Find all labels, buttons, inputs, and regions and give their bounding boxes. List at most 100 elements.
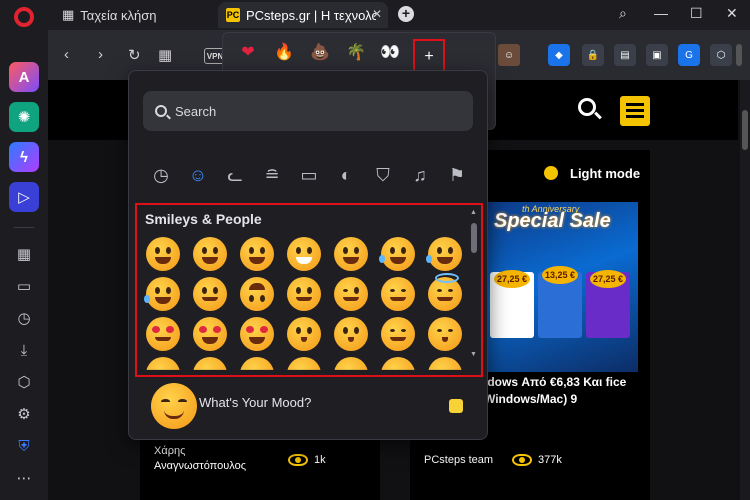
emoji-search-input[interactable]: Search bbox=[143, 91, 473, 131]
smiling-face-icon bbox=[151, 383, 197, 429]
tab-label: Ταχεία κλήση bbox=[80, 7, 157, 23]
smiley-icon[interactable]: ☺ bbox=[186, 163, 210, 187]
aria-icon[interactable]: A bbox=[9, 62, 39, 92]
mood-emoji-button[interactable] bbox=[151, 383, 197, 429]
heart-eyes-icon[interactable] bbox=[193, 317, 227, 351]
toolbar-scroll-handle[interactable] bbox=[736, 44, 742, 66]
grinning-face-icon[interactable] bbox=[146, 237, 180, 271]
forward-icon[interactable]: › bbox=[98, 46, 103, 63]
beaming-face-icon[interactable] bbox=[287, 237, 321, 271]
scroll-down-icon[interactable]: ▼ bbox=[470, 351, 477, 358]
extension-1-icon[interactable]: ◆ bbox=[548, 44, 570, 66]
maximize-icon[interactable]: ☐ bbox=[690, 5, 703, 22]
search-icon bbox=[155, 105, 167, 117]
grinning-smiling-eyes-icon[interactable] bbox=[240, 237, 274, 271]
recent-icon[interactable]: ◷ bbox=[149, 163, 173, 187]
mood-label: What's Your Mood? bbox=[199, 395, 312, 410]
skin-tone-selector[interactable] bbox=[449, 399, 463, 413]
tab-bar: ▦ Ταχεία κλήση PC PCsteps.gr | Η τεχνολο… bbox=[48, 0, 750, 30]
light-mode-toggle[interactable]: Light mode bbox=[542, 162, 640, 184]
bitwarden-icon[interactable]: ⛨ bbox=[14, 436, 34, 456]
extension-3-icon[interactable]: ▤ bbox=[614, 44, 636, 66]
speed-dial-icon[interactable]: ▦ bbox=[158, 46, 172, 64]
tab-islands-icon[interactable]: ▭ bbox=[14, 276, 34, 296]
extensions-icon[interactable]: ⬡ bbox=[14, 372, 34, 392]
partial-emoji-icon[interactable] bbox=[381, 357, 415, 370]
history-icon[interactable]: ◷ bbox=[14, 308, 34, 328]
quick-emoji-fire[interactable]: 🔥 bbox=[273, 41, 295, 63]
partial-emoji-icon[interactable] bbox=[287, 357, 321, 370]
back-icon[interactable]: ‹ bbox=[64, 46, 69, 63]
star-struck-icon[interactable] bbox=[240, 317, 274, 351]
author-left[interactable]: Χάρης Αναγνωστόπουλος bbox=[154, 444, 264, 474]
author-right[interactable]: PCsteps team bbox=[424, 454, 493, 466]
shirt-icon[interactable]: ⛉ bbox=[371, 163, 395, 187]
bus-icon[interactable]: ▭ bbox=[297, 163, 321, 187]
partial-emoji-icon[interactable] bbox=[428, 357, 462, 370]
relaxed-face-icon[interactable] bbox=[381, 317, 415, 351]
extension-4-icon[interactable]: ▣ bbox=[646, 44, 668, 66]
kissing-closed-eyes-icon[interactable] bbox=[428, 317, 462, 351]
partial-emoji-icon[interactable] bbox=[193, 357, 227, 370]
minimize-icon[interactable]: — bbox=[654, 5, 668, 21]
flag-icon[interactable]: ⚑ bbox=[445, 163, 469, 187]
tab-pcsteps[interactable]: PC PCsteps.gr | Η τεχνολο ✕ bbox=[218, 2, 388, 28]
opera-logo-icon[interactable] bbox=[14, 7, 34, 27]
search-placeholder: Search bbox=[175, 103, 217, 119]
slightly-smiling-icon[interactable] bbox=[193, 277, 227, 311]
sweat-smile-icon[interactable] bbox=[379, 237, 415, 271]
emoji-grid-panel: Smileys & People ▲ ▼ bbox=[135, 203, 483, 377]
site-search-icon[interactable] bbox=[578, 98, 596, 116]
rolling-laughing-icon[interactable] bbox=[426, 237, 462, 271]
sidebar-divider bbox=[14, 227, 34, 228]
halo-face-icon[interactable] bbox=[428, 273, 462, 311]
squinting-face-icon[interactable] bbox=[334, 237, 368, 271]
tab-speed-dial[interactable]: ▦ Ταχεία κλήση bbox=[54, 2, 214, 28]
settings-gear-icon[interactable]: ⚙ bbox=[14, 404, 34, 424]
smiling-hearts-icon[interactable] bbox=[146, 317, 180, 351]
new-tab-button[interactable]: + bbox=[398, 6, 414, 22]
views-right: 377k bbox=[538, 454, 562, 466]
emoji-scroll-thumb[interactable] bbox=[471, 223, 477, 253]
sale-banner[interactable]: th Anniversary Special Sale 27,25 € 13,2… bbox=[482, 202, 638, 372]
partial-emoji-icon[interactable] bbox=[240, 357, 274, 370]
partial-emoji-icon[interactable] bbox=[334, 357, 368, 370]
melting-face-icon[interactable] bbox=[287, 277, 321, 311]
site-menu-button[interactable] bbox=[620, 96, 650, 126]
downloads-icon[interactable]: ⤓ bbox=[14, 340, 34, 360]
translate-icon[interactable]: G bbox=[678, 44, 700, 66]
scroll-up-icon[interactable]: ▲ bbox=[470, 209, 477, 216]
profile-avatar[interactable]: ☺ bbox=[498, 44, 520, 66]
page-scrollbar-thumb[interactable] bbox=[742, 110, 748, 150]
extensions-cube-icon[interactable]: ⬡ bbox=[710, 44, 732, 66]
cat-icon[interactable]: ᓚ bbox=[223, 163, 247, 187]
price-badge: 27,25 € bbox=[590, 270, 626, 288]
emoji-picker: Search ◷ ☺ ᓚ ≘ ▭ ◐ ⛉ ♫ ⚑ Smileys & Peopl… bbox=[128, 70, 488, 440]
reload-icon[interactable]: ↻ bbox=[128, 46, 141, 64]
quick-emoji-palm[interactable]: 🌴 bbox=[345, 41, 367, 63]
kissing-heart-icon[interactable] bbox=[287, 317, 321, 351]
quick-emoji-eyes[interactable]: 👀 bbox=[379, 41, 401, 63]
smiling-eyes-icon[interactable] bbox=[381, 277, 415, 311]
quick-emoji-poop[interactable]: 💩 bbox=[309, 41, 331, 63]
player-icon[interactable]: ▷ bbox=[9, 182, 39, 212]
chatgpt-icon[interactable]: ✺ bbox=[9, 102, 39, 132]
more-icon[interactable]: ⋯ bbox=[14, 468, 34, 488]
close-window-icon[interactable]: ✕ bbox=[726, 5, 738, 22]
music-icon[interactable]: ♫ bbox=[408, 163, 432, 187]
burger-icon[interactable]: ≘ bbox=[260, 163, 284, 187]
quick-emoji-heart[interactable]: ❤ bbox=[237, 41, 259, 63]
messenger-icon[interactable]: ϟ bbox=[9, 142, 39, 172]
joy-face-icon[interactable] bbox=[144, 277, 180, 311]
search-tabs-icon[interactable]: ⌕ bbox=[619, 5, 627, 22]
extension-2-icon[interactable]: 🔒 bbox=[582, 44, 604, 66]
article-headline[interactable]: ndows Από €6,83 Και fice (Windows/Mac) 9 bbox=[480, 374, 630, 408]
workspaces-icon[interactable]: ▦ bbox=[14, 244, 34, 264]
emoji-grid-scrollbar[interactable]: ▲ ▼ bbox=[470, 209, 477, 359]
grinning-big-eyes-icon[interactable] bbox=[193, 237, 227, 271]
winking-face-icon[interactable] bbox=[334, 277, 368, 311]
ball-icon[interactable]: ◐ bbox=[334, 163, 358, 187]
kissing-face-icon[interactable] bbox=[334, 317, 368, 351]
close-tab-icon[interactable]: ✕ bbox=[372, 7, 382, 21]
upside-down-icon[interactable] bbox=[240, 277, 274, 311]
